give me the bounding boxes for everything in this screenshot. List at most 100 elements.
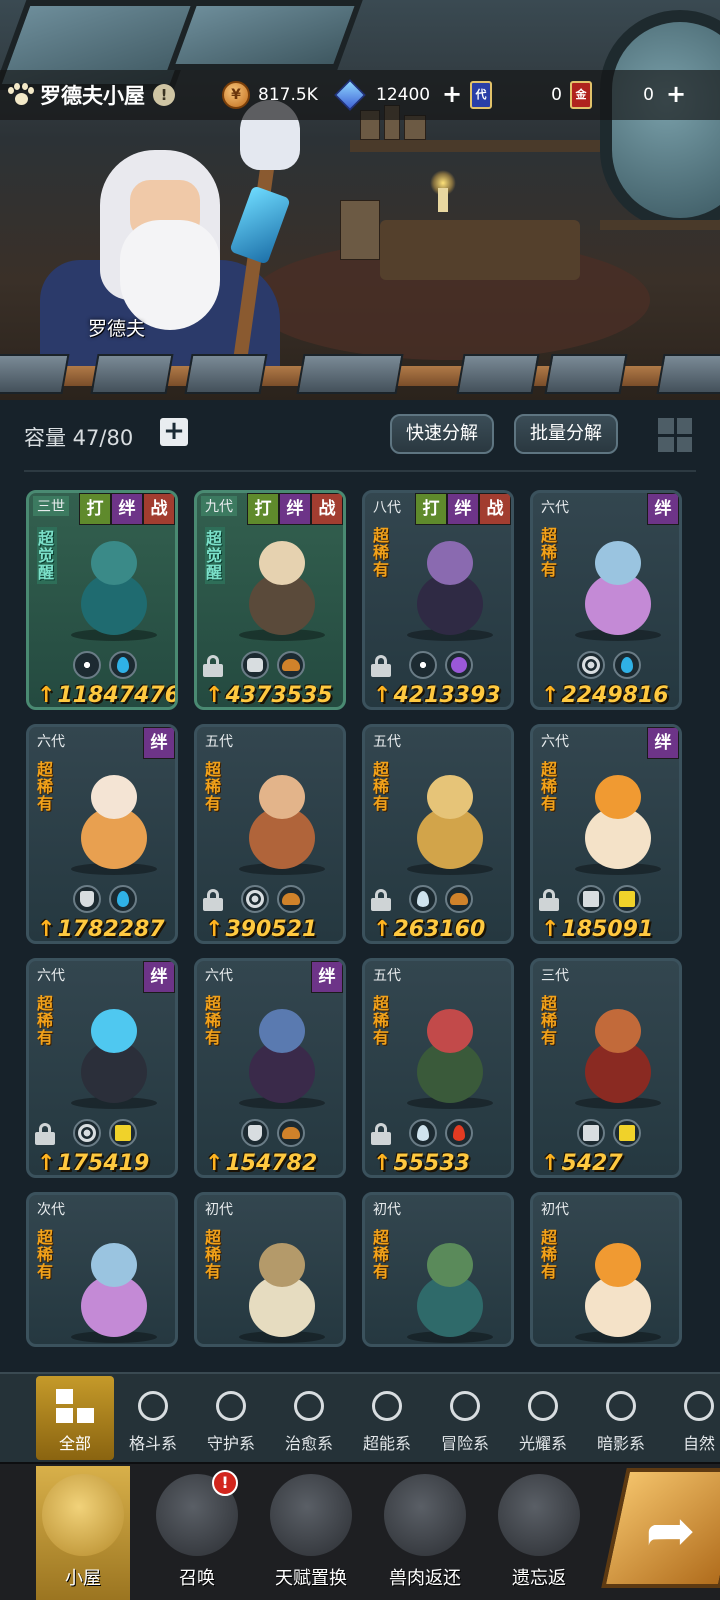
attribute-icons [241,1119,305,1147]
power-number: 1782287 [57,917,165,942]
power-value: ↑175419 [37,1151,150,1176]
batch-decompose-button[interactable]: 批量分解 [514,414,618,454]
monster-card[interactable]: 五代 超稀有 ↑55533 [362,958,514,1178]
lock-icon[interactable] [539,889,559,911]
nav-label: 召唤 [179,1568,215,1589]
monster-art [231,1235,331,1344]
monster-card[interactable]: 九代打绊战超觉醒 ↑4373535 [194,490,346,710]
house-title: 罗德夫小屋 ! [0,70,175,120]
nav-item-house[interactable]: 小屋 [36,1466,130,1600]
power-icon: ↑ [205,1151,224,1176]
power-icon: ↑ [205,683,224,708]
attribute-icons [577,1119,641,1147]
rarity-label: 超稀有 [373,1228,390,1281]
power-number: 175419 [57,1151,150,1176]
lock-icon[interactable] [35,1123,55,1145]
rarity-label: 超稀有 [541,1228,558,1281]
tag-bond: 绊 [111,493,143,525]
category-label: 超能系 [362,1434,411,1453]
shield-icon [241,1119,269,1147]
nav-label: 遗忘返 [512,1568,566,1589]
fist-icon [241,651,269,679]
generation-label: 五代 [373,968,401,984]
monster-card[interactable]: 初代 超稀有 [362,1192,514,1347]
monster-card[interactable]: 三世打绊战超觉醒 ↑11847476 [26,490,178,710]
monster-card[interactable]: 六代 绊超稀有 ↑154782 [194,958,346,1178]
tag-bond: 绊 [647,493,679,525]
monster-card[interactable]: 八代打绊战超稀有 ↑4213393 [362,490,514,710]
monster-card[interactable]: 六代 绊超稀有 ↑175419 [26,958,178,1178]
generation-label: 初代 [373,1202,401,1218]
power-value: ↑1782287 [37,917,165,942]
info-icon[interactable]: ! [153,84,175,106]
category-tab[interactable]: 自然 [660,1376,720,1460]
add-card-button[interactable]: + [664,82,688,107]
category-tab[interactable]: 治愈系 [270,1376,348,1460]
category-tab[interactable]: 冒险系 [426,1376,504,1460]
capacity-label: 容量 47/80 [24,426,134,450]
nav-item-meat[interactable]: 兽肉返还 [378,1466,472,1600]
category-tab[interactable]: 暗影系 [582,1376,660,1460]
quick-decompose-button[interactable]: 快速分解 [390,414,494,454]
category-label: 全部 [58,1434,91,1453]
monster-card[interactable]: 六代 绊超稀有 ↑185091 [530,724,682,944]
grid-view-icon[interactable] [656,416,694,454]
monster-card[interactable]: 六代 绊超稀有 ↑1782287 [26,724,178,944]
power-value: ↑2249816 [541,683,669,708]
tag-group: 绊 [311,961,343,993]
tag-group: 绊 [143,727,175,759]
power-icon: ↑ [541,1151,560,1176]
monster-card[interactable]: 六代 绊超稀有 ↑2249816 [530,490,682,710]
leaf-icon [409,885,437,913]
lock-icon[interactable] [371,889,391,911]
red-card-counter: 金 0 + [570,80,688,110]
capacity-row: 容量 47/80 + 快速分解 批量分解 [0,400,720,472]
category-tab[interactable]: 守护系 [192,1376,270,1460]
category-tab[interactable]: 光耀系 [504,1376,582,1460]
cross-icon [577,1119,605,1147]
expand-capacity-button[interactable]: + [160,418,188,446]
rarity-label: 超稀有 [541,760,558,813]
nav-item-egg[interactable]: ! 召唤 [150,1466,244,1600]
generation-label: 三世 [33,496,69,516]
category-label: 治愈系 [284,1434,333,1453]
coin-counter: ¥ 817.5K [222,80,318,110]
power-icon: ↑ [37,1151,56,1176]
arrow-icon: ➦ [645,1496,696,1566]
nav-item-swap[interactable]: 天赋置换 [264,1466,358,1600]
monster-card[interactable]: 初代 超稀有 [194,1192,346,1347]
lock-icon[interactable] [203,655,223,677]
fire-icon [445,1119,473,1147]
category-label: 自然 [682,1434,715,1453]
attribute-icons [409,651,473,679]
power-number: 4213393 [393,683,501,708]
category-tab[interactable]: 格斗系 [114,1376,192,1460]
power-number: 5427 [561,1151,623,1176]
monster-card[interactable]: 次代 超稀有 [26,1192,178,1347]
shelf [600,220,720,230]
monster-art [63,1235,163,1344]
power-value: ↑11847476 [37,683,175,707]
monster-art [399,767,499,877]
meat-icon [384,1474,466,1556]
monster-art [231,1001,331,1111]
lock-icon[interactable] [371,655,391,677]
lock-icon[interactable] [203,889,223,911]
water-icon [109,885,137,913]
monster-card[interactable]: 五代 超稀有 ↑263160 [362,724,514,944]
power-icon: ↑ [541,683,560,708]
rarity-label: 超稀有 [541,526,558,579]
category-label: 光耀系 [518,1434,567,1453]
add-gem-button[interactable]: + [440,82,464,107]
monster-card[interactable]: 初代 超稀有 [530,1192,682,1347]
monster-card[interactable]: 三代 超稀有 ↑5427 [530,958,682,1178]
category-tab[interactable]: 超能系 [348,1376,426,1460]
monster-card[interactable]: 五代 超稀有 ↑390521 [194,724,346,944]
nav-item-flame[interactable]: 遗忘返 [492,1466,586,1600]
power-value: ↑5427 [541,1151,623,1176]
lock-icon[interactable] [371,1123,391,1145]
power-value: ↑263160 [373,917,485,941]
category-tab[interactable]: 全部 [36,1376,114,1460]
generation-label: 次代 [37,1202,65,1218]
lantern-icon [443,1386,487,1426]
